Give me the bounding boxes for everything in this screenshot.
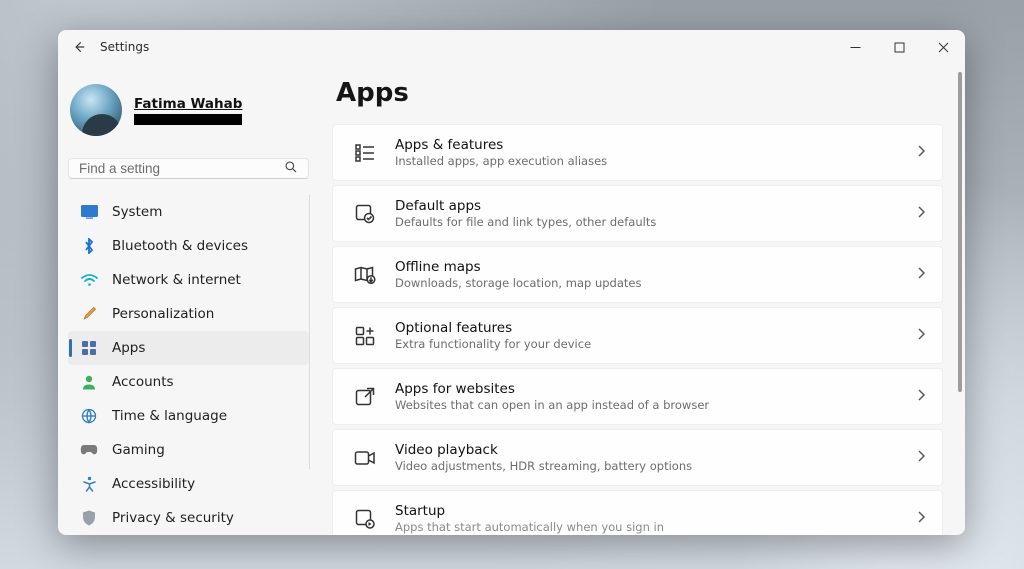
wifi-icon	[80, 271, 98, 289]
nav-divider	[309, 195, 310, 469]
sidebar-item-label: Accessibility	[112, 476, 195, 492]
apps-icon	[80, 339, 98, 357]
page-title: Apps	[332, 78, 955, 108]
chevron-right-icon	[917, 265, 926, 284]
profile-block[interactable]: Fatima Wahab	[68, 74, 309, 144]
sidebar-item-label: Personalization	[112, 306, 214, 322]
profile-email-redacted	[134, 114, 242, 125]
sidebar-item-accounts[interactable]: Accounts	[68, 365, 309, 399]
sidebar-item-network[interactable]: Network & internet	[68, 263, 309, 297]
bluetooth-icon	[80, 237, 98, 255]
row-text: Apps for websites Websites that can open…	[395, 381, 917, 412]
row-apps-features[interactable]: Apps & features Installed apps, app exec…	[332, 124, 943, 181]
profile-name: Fatima Wahab	[134, 96, 242, 112]
chevron-right-icon	[917, 387, 926, 406]
chevron-right-icon	[917, 143, 926, 162]
sidebar-item-label: Network & internet	[112, 272, 241, 288]
avatar	[70, 84, 122, 136]
row-title: Startup	[395, 503, 917, 519]
row-title: Default apps	[395, 198, 917, 214]
row-title: Apps & features	[395, 137, 917, 153]
map-icon	[351, 261, 379, 289]
chevron-right-icon	[917, 204, 926, 223]
window-title: Settings	[100, 40, 149, 54]
row-offline-maps[interactable]: Offline maps Downloads, storage location…	[332, 246, 943, 303]
back-button[interactable]	[58, 30, 100, 64]
accessibility-icon	[80, 475, 98, 493]
profile-text: Fatima Wahab	[134, 96, 242, 125]
sidebar: Fatima Wahab System	[58, 64, 318, 535]
settings-window: Settings Fatima Wahab	[58, 30, 965, 535]
row-text: Optional features Extra functionality fo…	[395, 320, 917, 351]
sidebar-item-label: Privacy & security	[112, 510, 234, 526]
row-text: Offline maps Downloads, storage location…	[395, 259, 917, 290]
startup-icon	[351, 505, 379, 533]
row-apps-for-websites[interactable]: Apps for websites Websites that can open…	[332, 368, 943, 425]
search-icon	[284, 159, 298, 178]
nav-list: System Bluetooth & devices Network & int…	[68, 195, 309, 535]
maximize-button[interactable]	[877, 30, 921, 64]
video-icon	[351, 444, 379, 472]
open-external-icon	[351, 383, 379, 411]
chevron-right-icon	[917, 326, 926, 345]
titlebar: Settings	[58, 30, 965, 64]
row-title: Optional features	[395, 320, 917, 336]
row-optional-features[interactable]: Optional features Extra functionality fo…	[332, 307, 943, 364]
row-text: Default apps Defaults for file and link …	[395, 198, 917, 229]
window-body: Fatima Wahab System	[58, 64, 965, 535]
content-pane: Apps Apps & features Installed apps, app…	[318, 64, 965, 535]
scrollbar[interactable]	[958, 72, 962, 535]
sidebar-item-gaming[interactable]: Gaming	[68, 433, 309, 467]
globe-clock-icon	[80, 407, 98, 425]
window-controls	[833, 30, 965, 64]
row-text: Video playback Video adjustments, HDR st…	[395, 442, 917, 473]
row-sub: Websites that can open in an app instead…	[395, 398, 917, 412]
sidebar-item-label: Gaming	[112, 442, 165, 458]
sidebar-item-label: Time & language	[112, 408, 227, 424]
sidebar-item-personalization[interactable]: Personalization	[68, 297, 309, 331]
search-box[interactable]	[68, 158, 309, 179]
sidebar-item-bluetooth[interactable]: Bluetooth & devices	[68, 229, 309, 263]
settings-rows: Apps & features Installed apps, app exec…	[332, 124, 955, 535]
sidebar-item-time-language[interactable]: Time & language	[68, 399, 309, 433]
scrollbar-thumb[interactable]	[958, 72, 962, 392]
row-startup[interactable]: Startup Apps that start automatically wh…	[332, 490, 943, 535]
row-text: Apps & features Installed apps, app exec…	[395, 137, 917, 168]
row-sub: Extra functionality for your device	[395, 337, 917, 351]
sidebar-item-system[interactable]: System	[68, 195, 309, 229]
list-icon	[351, 139, 379, 167]
search-input[interactable]	[79, 161, 284, 176]
display-icon	[80, 203, 98, 221]
row-sub: Installed apps, app execution aliases	[395, 154, 917, 168]
apps-plus-icon	[351, 322, 379, 350]
row-sub: Downloads, storage location, map updates	[395, 276, 917, 290]
row-title: Video playback	[395, 442, 917, 458]
chevron-right-icon	[917, 448, 926, 467]
row-sub: Apps that start automatically when you s…	[395, 520, 917, 534]
shield-icon	[80, 509, 98, 527]
close-button[interactable]	[921, 30, 965, 64]
sidebar-item-label: System	[112, 204, 162, 220]
sidebar-item-label: Bluetooth & devices	[112, 238, 248, 254]
sidebar-item-label: Accounts	[112, 374, 174, 390]
gamepad-icon	[80, 441, 98, 459]
row-sub: Video adjustments, HDR streaming, batter…	[395, 459, 917, 473]
row-title: Offline maps	[395, 259, 917, 275]
person-icon	[80, 373, 98, 391]
brush-icon	[80, 305, 98, 323]
row-title: Apps for websites	[395, 381, 917, 397]
row-sub: Defaults for file and link types, other …	[395, 215, 917, 229]
row-video-playback[interactable]: Video playback Video adjustments, HDR st…	[332, 429, 943, 486]
sidebar-item-label: Apps	[112, 340, 145, 356]
default-apps-icon	[351, 200, 379, 228]
minimize-button[interactable]	[833, 30, 877, 64]
chevron-right-icon	[917, 509, 926, 528]
row-text: Startup Apps that start automatically wh…	[395, 503, 917, 534]
sidebar-item-apps[interactable]: Apps	[68, 331, 309, 365]
row-default-apps[interactable]: Default apps Defaults for file and link …	[332, 185, 943, 242]
sidebar-item-privacy[interactable]: Privacy & security	[68, 501, 309, 535]
sidebar-item-accessibility[interactable]: Accessibility	[68, 467, 309, 501]
